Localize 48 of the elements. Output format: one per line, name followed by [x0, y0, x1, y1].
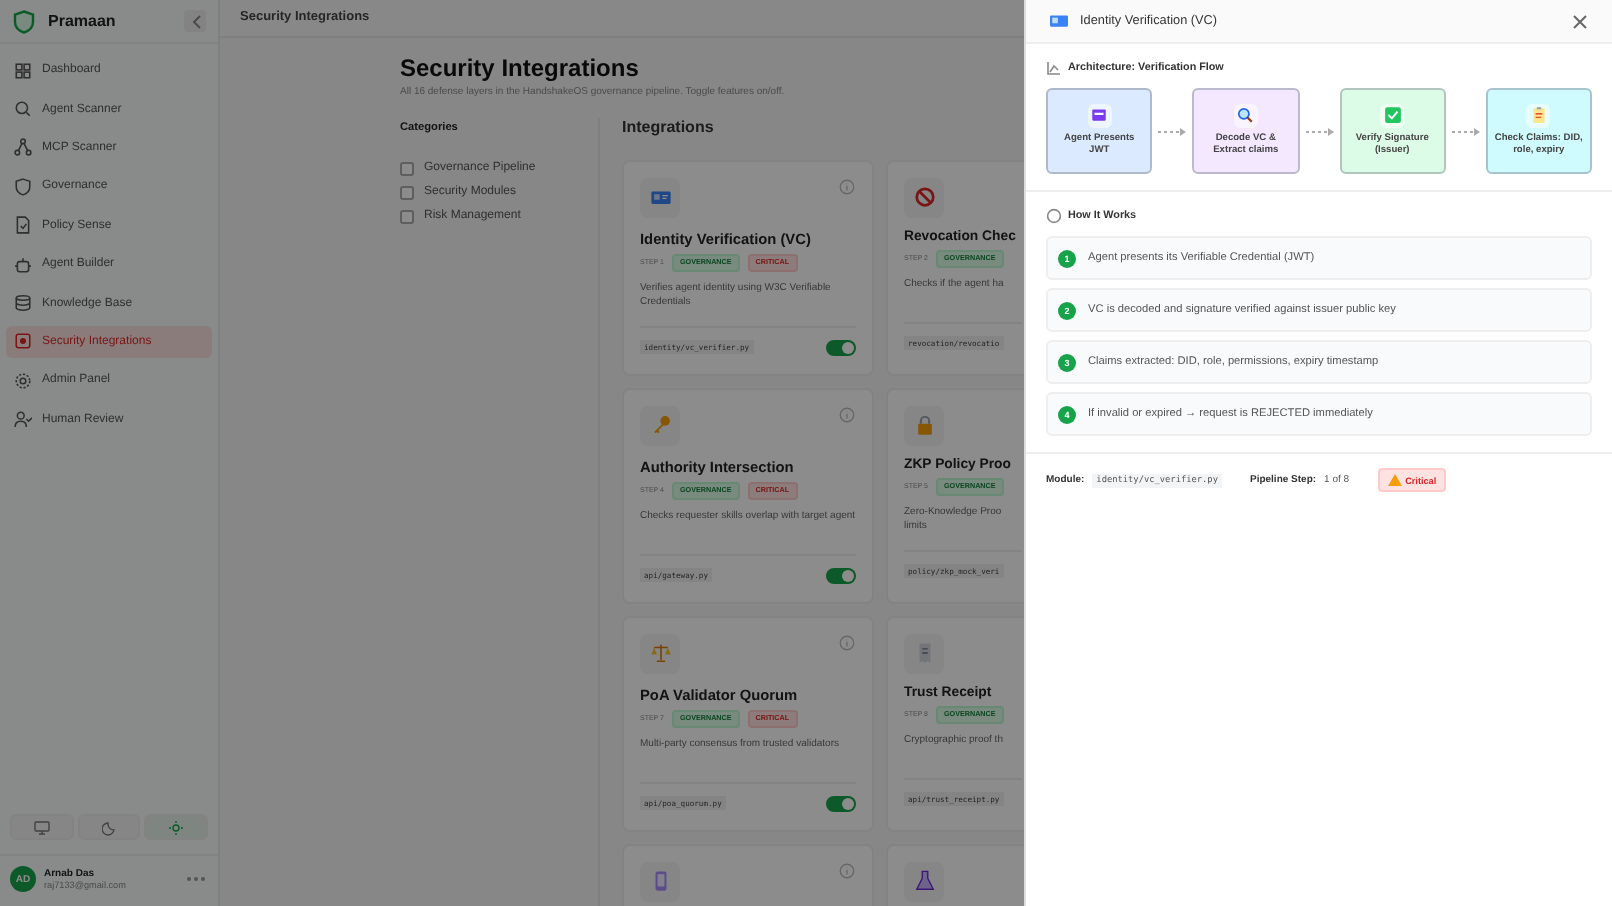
- id-badge-icon: [1090, 106, 1109, 125]
- moon-icon: [101, 819, 117, 835]
- search-icon: [14, 100, 32, 119]
- person-icon: [14, 410, 32, 429]
- id-card-icon: [1050, 14, 1068, 28]
- robot-icon: [14, 255, 32, 274]
- clipboard-icon: [1529, 106, 1548, 125]
- brand-name: Pramaan: [48, 12, 118, 30]
- close-button[interactable]: [1572, 13, 1588, 29]
- toggle-switch[interactable]: [826, 339, 856, 356]
- integrations-heading: Integrations: [622, 117, 716, 136]
- settings-icon: [14, 371, 32, 390]
- sun-icon: [168, 819, 185, 835]
- monitor-icon: [33, 819, 50, 835]
- toggle-switch[interactable]: [826, 795, 856, 812]
- nodes-icon: [14, 138, 32, 157]
- theme-button[interactable]: [10, 814, 74, 840]
- info-button[interactable]: [838, 861, 856, 880]
- flask-icon: [913, 870, 935, 893]
- info-button[interactable]: [838, 405, 856, 424]
- scales-icon: [649, 642, 671, 665]
- info-button[interactable]: [838, 177, 856, 196]
- id-card-icon: [649, 186, 671, 209]
- arrow: [1158, 127, 1187, 135]
- toggle-switch[interactable]: [826, 567, 856, 584]
- theme-button[interactable]: [144, 814, 209, 840]
- checkmark-icon: [1383, 106, 1402, 125]
- page-title: Security Integrations: [400, 53, 641, 82]
- shield-icon: [14, 177, 32, 196]
- document-icon: [14, 216, 32, 235]
- prohibited-icon: [913, 186, 935, 209]
- chart-icon: [1046, 60, 1062, 76]
- arrow: [1305, 127, 1333, 135]
- arrow: [1451, 127, 1480, 135]
- key-icon: [649, 414, 671, 437]
- shield-logo-icon: [12, 9, 36, 33]
- more-button[interactable]: [186, 871, 208, 887]
- database-icon: [14, 294, 32, 313]
- security-icon: [14, 332, 32, 351]
- magnifier-icon: [1236, 106, 1255, 125]
- grid-icon: [14, 61, 32, 80]
- info-button[interactable]: [838, 633, 856, 652]
- lock-icon: [913, 414, 935, 437]
- collapse-button[interactable]: [184, 10, 206, 32]
- info-icon: [1046, 208, 1062, 224]
- theme-button[interactable]: [77, 814, 141, 840]
- chevron-left-icon: [189, 13, 201, 29]
- more-icon: [186, 876, 206, 882]
